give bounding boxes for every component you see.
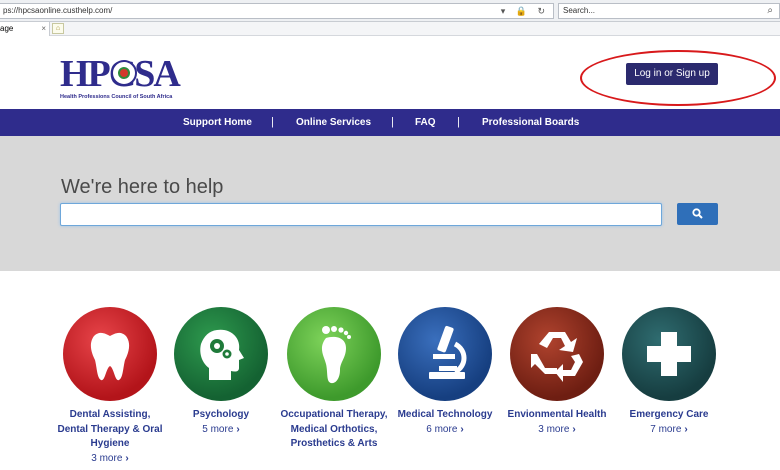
category-label[interactable]: Dental Assisting, Dental Therapy & Oral … — [53, 408, 167, 452]
category-medical-technology[interactable]: Medical Technology 6 more › — [388, 307, 502, 437]
address-url: ps://hpcsaonline.custhelp.com/ — [3, 6, 113, 15]
nav-separator: | — [391, 116, 394, 128]
site-header: HPCSA Health Professions Council of Sout… — [0, 36, 780, 109]
category-environmental-health[interactable]: Envionmental Health 3 more › — [500, 307, 614, 437]
chevron-right-icon: › — [236, 423, 240, 435]
browser-tab[interactable]: age × — [0, 22, 50, 36]
nav-separator: | — [271, 116, 274, 128]
browser-tab-label: age — [0, 24, 14, 33]
recycle-icon[interactable] — [510, 307, 604, 401]
tab-bar: age × ⌂ — [0, 22, 780, 36]
nav-support-home[interactable]: Support Home — [183, 109, 252, 136]
browser-search-icon[interactable]: ⌕ — [767, 4, 773, 18]
browser-search-input[interactable]: Search... ⌕ — [558, 3, 780, 19]
new-tab-icon[interactable]: ⌂ — [52, 23, 64, 34]
category-emergency-care[interactable]: Emergency Care 7 more › — [612, 307, 726, 437]
category-label[interactable]: Occupational Therapy, Medical Orthotics,… — [277, 408, 391, 452]
nav-faq[interactable]: FAQ — [415, 109, 436, 136]
chevron-right-icon: › — [572, 423, 576, 435]
category-dental[interactable]: Dental Assisting, Dental Therapy & Oral … — [53, 307, 167, 466]
help-search-button[interactable] — [677, 203, 718, 225]
medical-cross-icon[interactable] — [622, 307, 716, 401]
help-search-input[interactable] — [60, 203, 662, 226]
category-more-link[interactable]: 7 more › — [612, 423, 726, 438]
address-bar[interactable]: ps://hpcsaonline.custhelp.com/ ▾ 🔒 ↻ — [0, 3, 554, 19]
category-occupational-therapy[interactable]: Occupational Therapy, Medical Orthotics,… — [277, 307, 391, 452]
category-label[interactable]: Medical Technology — [388, 408, 502, 423]
logo-subtitle: Health Professions Council of South Afri… — [60, 94, 173, 100]
category-label[interactable]: Psychology — [164, 408, 278, 423]
category-label[interactable]: Envionmental Health — [500, 408, 614, 423]
annotation-ellipse — [580, 50, 776, 106]
chevron-right-icon: › — [684, 423, 688, 435]
search-icon — [692, 208, 703, 219]
logo-seal-icon — [111, 60, 137, 86]
category-label[interactable]: Emergency Care — [612, 408, 726, 423]
footprint-icon[interactable] — [287, 307, 381, 401]
category-psychology[interactable]: Psychology 5 more › — [164, 307, 278, 437]
category-more-link[interactable]: 6 more › — [388, 423, 502, 438]
nav-professional-boards[interactable]: Professional Boards — [482, 109, 579, 136]
hero-title: We're here to help — [61, 176, 224, 198]
chevron-right-icon: › — [460, 423, 464, 435]
tooth-icon[interactable] — [63, 307, 157, 401]
nav-online-services[interactable]: Online Services — [296, 109, 371, 136]
hero-section: We're here to help — [0, 136, 780, 271]
nav-separator: | — [457, 116, 460, 128]
hpcsa-logo[interactable]: HPCSA Health Professions Council of Sout… — [60, 55, 185, 100]
browser-search-placeholder: Search... — [563, 6, 596, 15]
head-gears-icon[interactable] — [174, 307, 268, 401]
tab-close-icon[interactable]: × — [41, 22, 46, 35]
chevron-right-icon: › — [125, 452, 129, 464]
address-icons: ▾ 🔒 ↻ — [500, 6, 549, 16]
category-more-link[interactable]: 5 more › — [164, 423, 278, 438]
category-more-link[interactable]: 3 more › — [500, 423, 614, 438]
main-nav: Support Home | Online Services | FAQ | P… — [0, 109, 780, 136]
browser-toolbar: ps://hpcsaonline.custhelp.com/ ▾ 🔒 ↻ Sea… — [0, 0, 780, 22]
microscope-icon[interactable] — [398, 307, 492, 401]
category-more-link[interactable]: 3 more › — [53, 452, 167, 467]
